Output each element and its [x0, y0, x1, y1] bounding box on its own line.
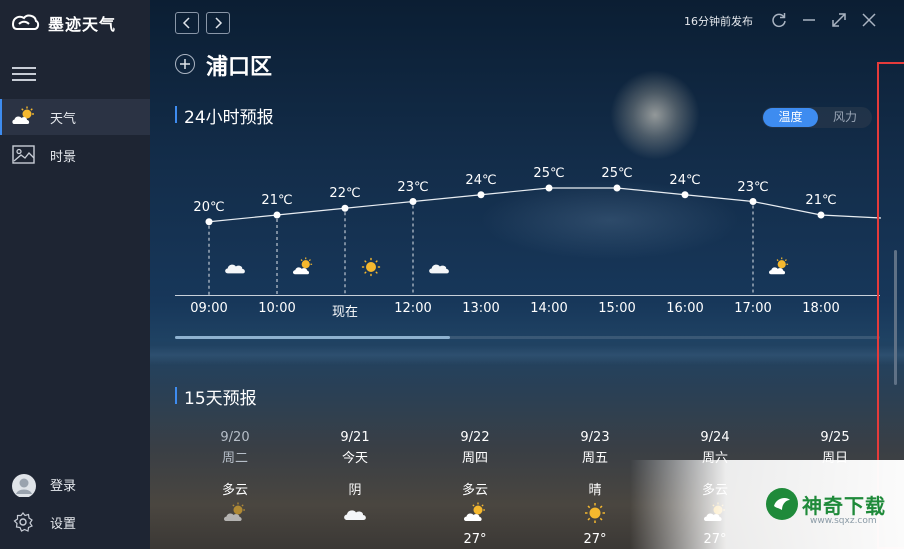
temperature-point [477, 191, 485, 199]
temperature-label: 24℃ [465, 172, 497, 188]
day-condition: 晴 [588, 483, 602, 498]
cloudy-icon [429, 264, 449, 274]
hour-label: 15:00 [598, 301, 636, 316]
sidebar: 墨迹天气 天气 时景 登录 设置 [0, 0, 150, 549]
day-condition: 多云 [221, 483, 248, 498]
hour-label: 16:00 [666, 301, 704, 316]
settings-label: 设置 [50, 517, 77, 532]
hourly-scrollbar-thumb[interactable] [175, 336, 450, 339]
hour-label: 现在 [331, 305, 359, 320]
sidebar-item-label: 天气 [50, 112, 77, 127]
hour-label: 13:00 [462, 301, 500, 316]
sidebar-item-label: 时景 [50, 150, 77, 165]
day-date: 9/22 [460, 430, 490, 445]
watermark-logo-icon [766, 488, 798, 520]
app-name: 墨迹天气 [48, 15, 117, 34]
image-icon [12, 145, 35, 164]
menu-toggle-button[interactable] [12, 63, 36, 83]
daily-forecast-item[interactable]: 9/20 周二多云 [195, 430, 275, 532]
watermark: 神奇下载 www.sqxz.com [630, 460, 904, 549]
day-date: 9/24 [700, 430, 730, 445]
hourly-axis-line [175, 295, 880, 296]
temperature-point [749, 198, 757, 205]
temperature-label: 20℃ [193, 199, 225, 215]
temperature-label: 24℃ [669, 172, 701, 188]
temperature-label: 21℃ [805, 193, 837, 208]
sidebar-item-scenery[interactable]: 时景 [0, 137, 150, 173]
menu-line [12, 73, 36, 75]
temperature-label: 23℃ [397, 179, 429, 195]
temperature-point [817, 211, 825, 219]
temperature-point [681, 191, 689, 199]
partly-cloudy-icon [224, 502, 245, 521]
day-condition: 多云 [461, 483, 488, 498]
temperature-point [273, 211, 281, 219]
hour-label: 12:00 [394, 301, 432, 316]
day-weekday: 今天 [341, 451, 368, 466]
day-date: 9/23 [580, 430, 610, 445]
menu-line [12, 79, 36, 81]
daily-forecast-item[interactable]: 9/22 周四多云 27° [435, 430, 515, 547]
day-date: 9/21 [340, 430, 370, 445]
temperature-point [341, 204, 349, 212]
sunny-icon [585, 503, 605, 523]
day-weekday: 周四 [461, 451, 488, 466]
day-condition: 阴 [348, 483, 362, 498]
cloudy-icon [225, 264, 245, 274]
temperature-line [208, 187, 882, 223]
temperature-point [613, 184, 621, 192]
menu-line [12, 67, 36, 69]
temperature-point [545, 184, 553, 192]
hour-label: 14:00 [530, 301, 568, 316]
temperature-label: 25℃ [601, 166, 633, 181]
watermark-url: www.sqxz.com [810, 516, 877, 526]
watermark-text: 神奇下载 [802, 494, 886, 518]
day-date: 9/20 [220, 430, 250, 445]
day-date: 9/25 [820, 430, 850, 445]
temperature-label: 22℃ [329, 186, 361, 202]
day-temperature: 27° [463, 532, 487, 547]
app-brand: 墨迹天气 [10, 8, 116, 38]
day-weekday: 周二 [221, 451, 248, 466]
hour-label: 09:00 [190, 301, 228, 316]
partly-cloudy-icon [769, 257, 789, 275]
temperature-label: 23℃ [737, 179, 769, 195]
app-logo-icon [11, 14, 40, 30]
hour-label: 10:00 [258, 301, 296, 316]
gear-icon [13, 512, 33, 532]
partly-cloudy-icon [464, 502, 485, 521]
temperature-point [205, 218, 213, 226]
user-avatar-icon [12, 474, 36, 497]
sidebar-item-weather[interactable]: 天气 [0, 99, 150, 135]
temperature-point [409, 198, 417, 205]
daily-forecast-title: 15天预报 [175, 384, 257, 409]
temperature-label: 25℃ [533, 166, 565, 181]
temperature-label: 21℃ [261, 193, 293, 208]
sunny-icon [361, 257, 381, 277]
day-weekday: 周五 [581, 451, 608, 466]
cloudy-icon [344, 510, 366, 520]
daily-forecast-item[interactable]: 9/23 周五晴 27° [555, 430, 635, 547]
partly-cloudy-icon [293, 257, 313, 275]
day-temperature: 27° [583, 532, 607, 547]
daily-forecast-item[interactable]: 9/21 今天阴 [315, 430, 395, 532]
hour-label: 17:00 [734, 301, 772, 316]
partly-cloudy-icon [12, 106, 34, 124]
login-button[interactable]: 登录 [0, 466, 150, 502]
settings-button[interactable]: 设置 [0, 504, 150, 540]
hour-label: 18:00 [802, 301, 840, 316]
weather-app-window: 墨迹天气 天气 时景 登录 设置 16分钟前发布 浦口区 24小时预报 温度 风… [0, 0, 904, 549]
login-label: 登录 [50, 479, 77, 494]
